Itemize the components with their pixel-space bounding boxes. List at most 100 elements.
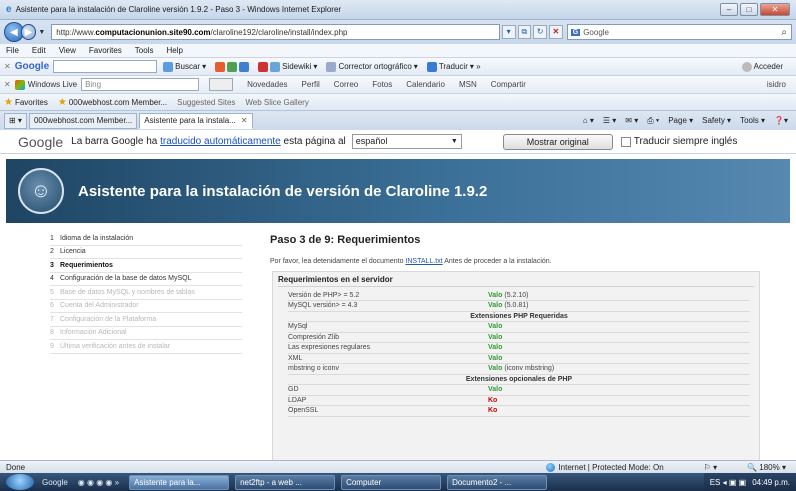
quick-tabs-button[interactable]: ⊞ ▾ xyxy=(4,112,27,129)
show-original-button[interactable]: Mostrar original xyxy=(502,133,613,150)
menu-help[interactable]: Help xyxy=(166,46,182,55)
install-step: 2 Licencia xyxy=(50,246,242,259)
tools-menu-label: Tools xyxy=(740,115,759,125)
google-taskbar-search[interactable]: Google xyxy=(42,478,68,487)
tray-icons[interactable]: ES ◂ ▣ ▣ xyxy=(710,478,746,487)
close-tab-icon[interactable]: ✕ xyxy=(241,116,248,125)
refresh-icon[interactable]: ↻ xyxy=(533,25,547,39)
buscar-button[interactable]: Buscar ▾ xyxy=(163,61,206,72)
always-translate-checkbox[interactable] xyxy=(620,136,631,147)
clock[interactable]: 04:49 p.m. xyxy=(752,478,790,487)
maximize-button[interactable]: □ xyxy=(740,3,758,16)
menu-view[interactable]: View xyxy=(59,46,76,55)
quick-launch-icons[interactable]: ◉ ◉ ◉ ◉ » xyxy=(78,478,119,487)
taskbar-item[interactable]: Asistente para la... xyxy=(129,474,230,490)
menu-edit[interactable]: Edit xyxy=(32,46,46,55)
link-perfil[interactable]: Perfil xyxy=(302,80,320,89)
step-number: 5 xyxy=(50,288,54,296)
translate-button[interactable]: Traducir ▾ » xyxy=(426,61,481,72)
step-number: 3 xyxy=(50,261,54,269)
help-icon[interactable]: ❓▾ xyxy=(774,116,788,126)
bing-search-input[interactable]: Bing xyxy=(81,78,200,91)
recent-pages-dropdown[interactable]: ▼ xyxy=(38,29,45,36)
print-icon[interactable]: ⎙ ▾ xyxy=(647,116,659,126)
table-row: OpenSSL Ko xyxy=(288,405,750,417)
add-favorite-icon[interactable]: ★ xyxy=(58,97,67,108)
status-badge: Valo xyxy=(488,323,503,331)
buscar-label: Buscar xyxy=(175,62,201,71)
close-toolbar-icon[interactable]: ✕ xyxy=(4,62,11,71)
menu-file[interactable]: File xyxy=(6,46,19,55)
security-zone[interactable]: Internet | Protected Mode: On xyxy=(546,462,664,472)
tab-asistente[interactable]: Asistente para la instala... ✕ xyxy=(139,112,253,129)
taskbar: Google ◉ ◉ ◉ ◉ » Asistente para la... net… xyxy=(0,473,796,491)
requirement-label: OpenSSL xyxy=(288,405,488,417)
link-correo[interactable]: Correo xyxy=(334,80,358,89)
link-calendario[interactable]: Calendario xyxy=(406,80,445,89)
status-badge: Valo xyxy=(488,386,503,394)
step-number: 2 xyxy=(50,248,54,256)
requirement-status: Valo xyxy=(488,342,750,354)
install-txt-link[interactable]: INSTALL.txt xyxy=(405,258,442,265)
home-icon[interactable]: ⌂ ▾ xyxy=(583,116,594,126)
minimize-button[interactable]: – xyxy=(720,3,738,16)
search-go-button[interactable] xyxy=(209,78,234,91)
user-menu[interactable]: isidro xyxy=(767,80,786,89)
stop-icon[interactable]: ✕ xyxy=(549,25,563,39)
ie-icon: e xyxy=(6,4,12,15)
language-select[interactable]: español ▼ xyxy=(351,134,462,149)
address-domain: computacionunion.site90.com xyxy=(95,27,211,37)
menu-favorites[interactable]: Favorites xyxy=(89,46,122,55)
start-button[interactable] xyxy=(6,474,34,490)
acceder-button[interactable]: Acceder xyxy=(741,61,783,72)
favorites-button[interactable]: Favorites xyxy=(15,98,48,107)
mail-icon[interactable]: ✉ ▾ xyxy=(625,116,638,126)
step-number: 6 xyxy=(50,302,54,310)
taskbar-item[interactable]: net2ftp - a web ... xyxy=(235,474,336,490)
link-msn[interactable]: MSN xyxy=(459,80,477,89)
address-row: ◀ ▶ ▼ http://www. computacionunion.site90… xyxy=(0,20,796,44)
taskbar-item[interactable]: Computer xyxy=(341,474,442,490)
compatibility-view-icon[interactable]: ⧉ xyxy=(517,25,532,39)
toolbar-icons-group[interactable] xyxy=(215,61,250,72)
link-novedades[interactable]: Novedades xyxy=(247,80,287,89)
page-menu[interactable]: Page ▾ xyxy=(668,116,693,126)
tab-000webhost[interactable]: 000webhost.com Member... xyxy=(28,112,138,129)
taskbar-item[interactable]: Documento2 - ... xyxy=(447,474,548,490)
link-compartir[interactable]: Compartir xyxy=(491,80,526,89)
menu-tools[interactable]: Tools xyxy=(135,46,154,55)
requirement-label: MySQL versión> = 4.3 xyxy=(288,300,488,312)
feeds-icon[interactable]: ☰ ▾ xyxy=(603,116,616,126)
search-input[interactable]: G Google ⌕ xyxy=(566,24,793,40)
tools-menu[interactable]: Tools ▾ xyxy=(740,116,765,126)
step-label: Base de datos MySQL y nombres de tablas xyxy=(60,288,195,296)
requirements-section: Paso 3 de 9: Requerimientos Por favor, l… xyxy=(270,232,766,460)
spellcheck-button[interactable]: Corrector ortográfico ▾ xyxy=(326,61,418,72)
command-bar: ⌂ ▾ ☰ ▾ ✉ ▾ ⎙ ▾ Page ▾ Safety ▾ Tools ▾ … xyxy=(583,116,792,126)
address-dropdown-icon[interactable]: ▾ xyxy=(501,25,516,39)
intro-text: Por favor, lea detenidamente el document… xyxy=(270,258,766,265)
install-step: 6 Cuenta del Administrador xyxy=(50,300,242,313)
favorite-item-suggested-sites[interactable]: Suggested Sites xyxy=(177,98,235,107)
search-icon[interactable]: ⌕ xyxy=(781,27,787,38)
install-step: 4 Configuración de la base de datos MySQL xyxy=(50,273,242,286)
close-toolbar-icon[interactable]: ✕ xyxy=(4,80,11,89)
translated-auto-link[interactable]: traducido automáticamente xyxy=(160,136,281,147)
close-window-button[interactable]: ✕ xyxy=(760,3,790,16)
requirement-label: Compresión Zlib xyxy=(288,332,488,343)
address-bar[interactable]: http://www. computacionunion.site90.com/c… xyxy=(51,24,500,40)
link-fotos[interactable]: Fotos xyxy=(372,80,392,89)
safety-menu[interactable]: Safety ▾ xyxy=(702,116,731,126)
requirement-detail: (5.2.10) xyxy=(504,291,529,299)
favorite-item-web-slice-gallery[interactable]: Web Slice Gallery xyxy=(245,98,308,107)
table-row: mbstring o iconv Valo (iconv mbstring) xyxy=(288,363,750,375)
forward-button[interactable]: ▶ xyxy=(20,24,37,40)
table-section-header: Extensiones PHP Requeridas xyxy=(288,311,750,322)
favorite-item-000webhost[interactable]: 000webhost.com Member... xyxy=(69,98,167,107)
zoom-level[interactable]: 🔍 180% ▾ xyxy=(747,463,786,472)
sidewiki-button[interactable]: Sidewiki ▾ xyxy=(258,61,317,72)
protected-mode-icon[interactable]: ⚐ ▾ xyxy=(704,463,717,472)
status-badge: Valo xyxy=(488,302,503,310)
requirement-status: Valo (5.0.81) xyxy=(488,300,750,312)
google-toolbar-search-input[interactable] xyxy=(53,60,158,73)
